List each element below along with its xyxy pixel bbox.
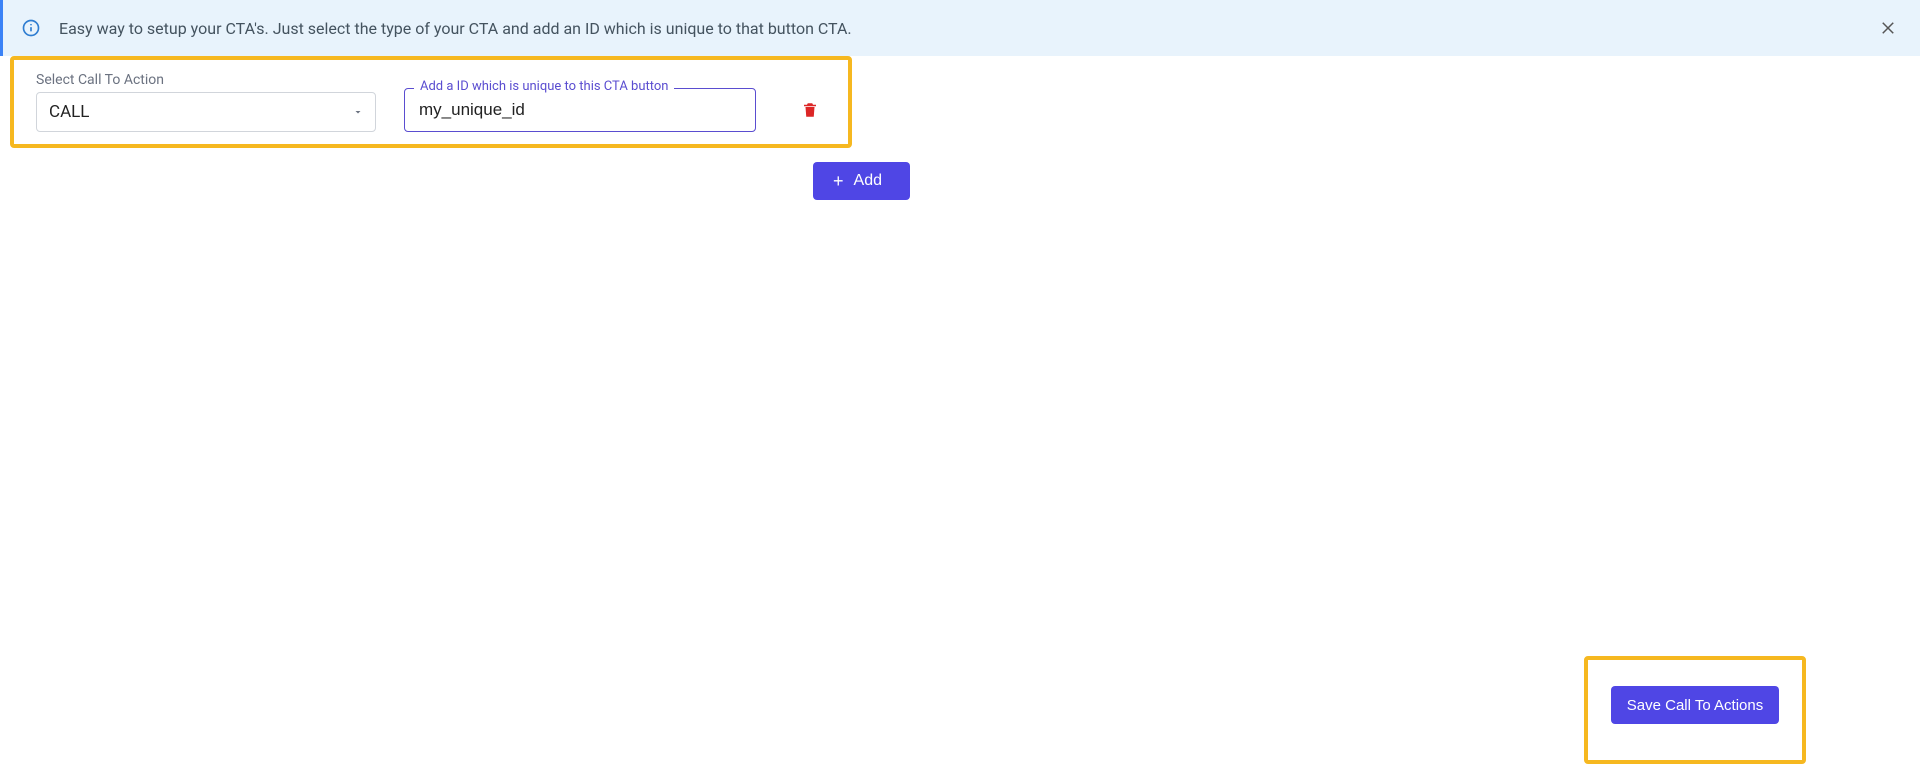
- cta-id-label: Add a ID which is unique to this CTA but…: [414, 79, 674, 94]
- cta-row-highlight: Select Call To Action CALL Add a ID whic…: [10, 56, 852, 148]
- save-button[interactable]: Save Call To Actions: [1611, 686, 1779, 724]
- close-icon[interactable]: [1876, 16, 1900, 40]
- cta-select-label: Select Call To Action: [36, 72, 376, 88]
- cta-select-value: CALL: [49, 102, 89, 122]
- add-row: + Add: [10, 162, 910, 200]
- delete-cta-button[interactable]: [794, 94, 826, 126]
- plus-icon: +: [833, 172, 844, 190]
- save-highlight: Save Call To Actions: [1584, 656, 1806, 764]
- info-message: Easy way to setup your CTA's. Just selec…: [59, 19, 852, 38]
- cta-select-group: Select Call To Action CALL: [36, 72, 376, 132]
- cta-select[interactable]: CALL: [36, 92, 376, 132]
- save-button-label: Save Call To Actions: [1627, 697, 1763, 714]
- cta-id-input[interactable]: [404, 88, 756, 132]
- trash-icon: [801, 100, 819, 120]
- info-icon: [21, 18, 41, 38]
- cta-id-field: Add a ID which is unique to this CTA but…: [404, 88, 756, 132]
- add-button-label: Add: [854, 172, 882, 190]
- add-button[interactable]: + Add: [813, 162, 910, 200]
- info-banner: Easy way to setup your CTA's. Just selec…: [0, 0, 1920, 56]
